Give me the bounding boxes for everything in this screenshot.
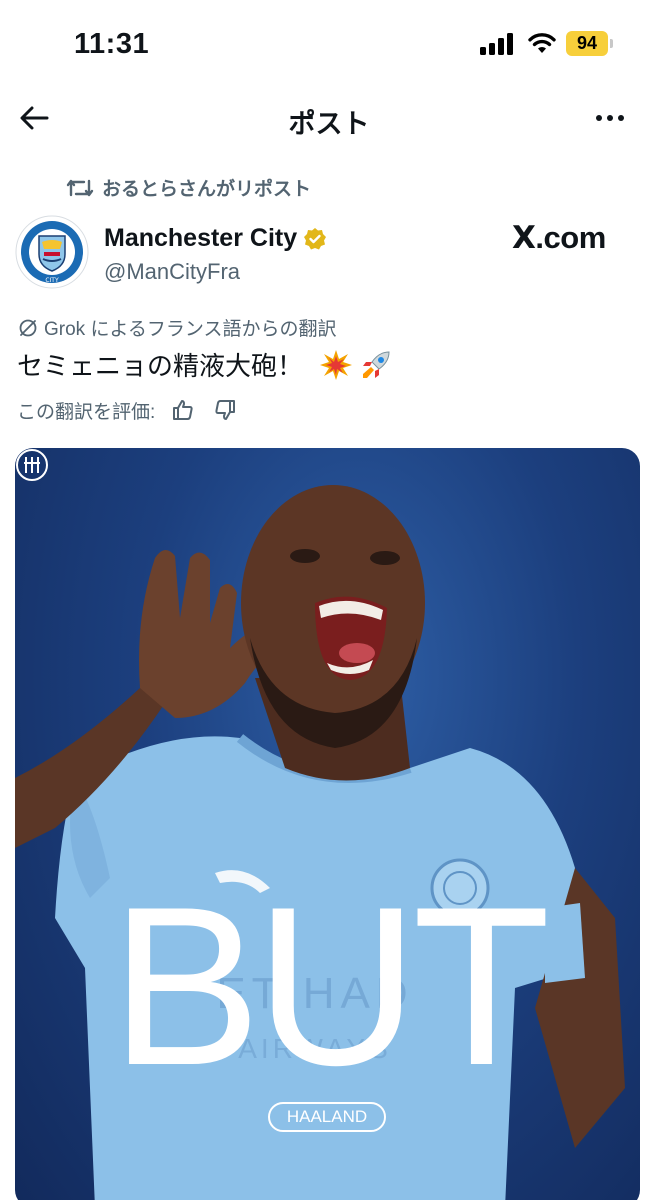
author-name-row: Manchester City xyxy=(104,224,327,253)
battery-icon: 94 xyxy=(566,31,614,56)
rate-label: この翻訳を評価: xyxy=(17,401,156,423)
translation-source-label: Grok によるフランス語からの翻訳 xyxy=(44,319,337,340)
x-com-logo: X.com xyxy=(512,220,606,256)
rate-translation: この翻訳を評価: xyxy=(17,396,239,424)
thumbs-down-button[interactable] xyxy=(211,396,239,424)
thumbs-up-icon xyxy=(173,400,193,420)
battery-level: 94 xyxy=(566,31,608,56)
post-media-image[interactable]: ETIHAD AIRWAYS BUT HAALAND xyxy=(15,448,640,1200)
repost-label: おるとらさんがリポスト xyxy=(102,179,312,200)
grok-icon xyxy=(19,319,37,336)
top-nav: ポスト xyxy=(0,88,658,148)
thumbs-up-button[interactable] xyxy=(169,396,197,424)
collision-icon xyxy=(320,349,353,380)
author-handle: @ManCityFra xyxy=(104,259,241,284)
thumbs-down-icon xyxy=(215,400,236,420)
wifi-icon xyxy=(527,31,557,55)
brand-logo-icon xyxy=(16,449,48,481)
repost-indicator[interactable]: おるとらさんがリポスト xyxy=(66,174,311,201)
page-title: ポスト xyxy=(288,109,370,139)
translation-source[interactable]: Grok によるフランス語からの翻訳 xyxy=(18,314,337,341)
author-info[interactable]: Manchester City @ManCityFra xyxy=(104,224,327,285)
verified-badge-icon xyxy=(304,227,327,249)
headline-text: BUT xyxy=(110,859,551,1112)
more-options-button[interactable] xyxy=(588,100,632,136)
x-domain: .com xyxy=(535,220,606,255)
post-body: セミェニョの精液大砲！ xyxy=(17,351,304,381)
repost-icon xyxy=(66,179,94,196)
rocket-icon xyxy=(363,350,390,378)
status-time: 11:31 xyxy=(74,28,150,60)
svg-text:CITY: CITY xyxy=(45,277,59,284)
author-name: Manchester City xyxy=(104,224,298,252)
x-letter: X xyxy=(512,220,536,256)
avatar[interactable]: CITY xyxy=(14,214,90,290)
post-text: セミェニョの精液大砲！ xyxy=(17,346,393,383)
player-name-pill: HAALAND xyxy=(268,1102,386,1132)
cellular-signal-icon xyxy=(480,33,516,55)
status-bar: 11:31 94 xyxy=(0,0,658,80)
